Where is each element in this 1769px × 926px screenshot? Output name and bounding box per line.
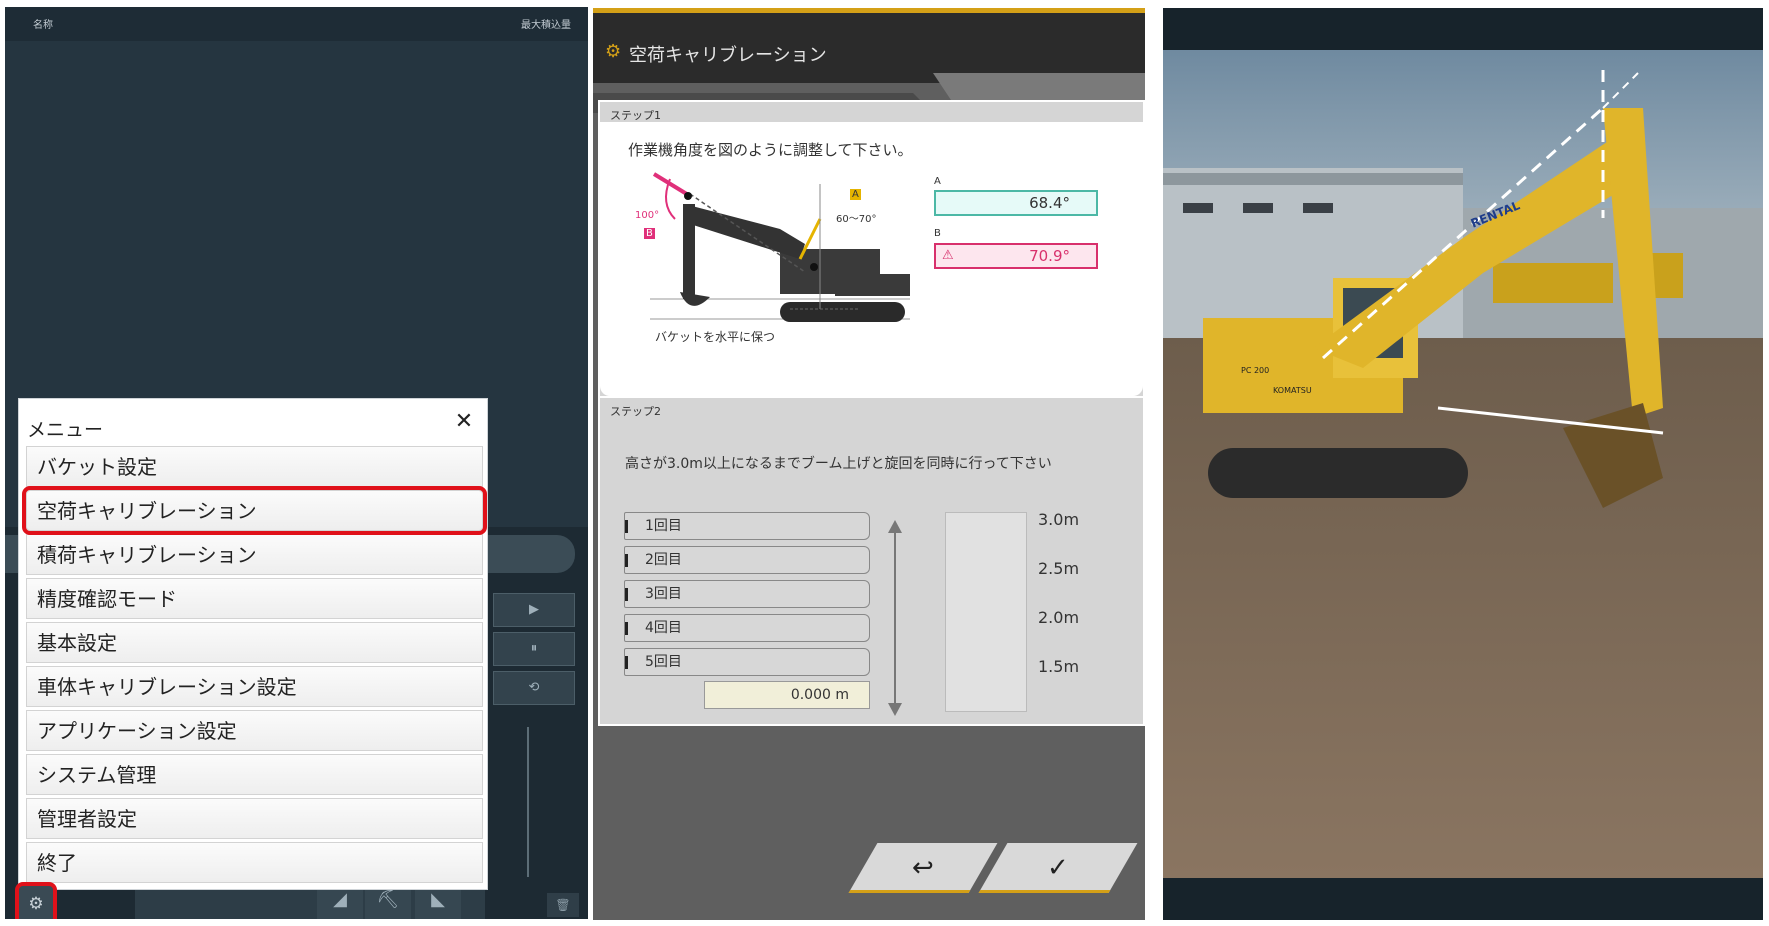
menu-list: バケット設定 空荷キャリブレーション 積荷キャリブレーション 精度確認モード 基本設定車…	[22, 446, 487, 886]
level-scale	[527, 727, 541, 877]
angle-range-a: 60～70°	[836, 214, 877, 225]
scale-2-5: 2.5m	[1038, 559, 1080, 578]
excavator-diagram	[650, 172, 910, 322]
height-gauge	[945, 512, 1027, 712]
menu-item[interactable]: システム管理	[26, 754, 483, 795]
step2-card: ステップ2 高さが3.0m以上になるまでブーム上げと旋回を同時に行って下さい 1…	[598, 396, 1145, 726]
menu-dialog: メニュー ✕ バケット設定 空荷キャリブレーション 積荷キャリブレーション 精度確認モ…	[18, 398, 488, 890]
angle-b-value: 100°	[635, 210, 660, 221]
field-a-value: 68.4°	[934, 190, 1098, 216]
field-b-label: B	[934, 228, 941, 239]
back-arrow-icon: ↩	[912, 853, 934, 883]
menu-item[interactable]: 精度確認モード	[26, 578, 483, 619]
step1-card: ステップ1 作業機角度を図のように調整して下さい。 100° B A 60～70…	[598, 100, 1145, 398]
step1-label: ステップ1	[610, 109, 661, 122]
field-a-label: A	[934, 176, 941, 187]
settings-gear-button[interactable]: ⚙	[15, 882, 57, 919]
menu-item[interactable]: 車体キャリブレーション設定	[26, 666, 483, 707]
check-icon: ✓	[1047, 853, 1069, 883]
marker-b: B	[644, 228, 655, 239]
menu-item[interactable]: 終了	[26, 842, 483, 883]
menu-item[interactable]: 空荷キャリブレーション	[22, 486, 487, 535]
menu-item[interactable]: 積荷キャリブレーション	[26, 534, 483, 575]
marker-a: A	[850, 189, 861, 200]
scale-1-5: 1.5m	[1038, 657, 1080, 676]
try-row: 1回目	[624, 512, 870, 540]
scale-2-0: 2.0m	[1038, 608, 1080, 627]
try-row: 2回目	[624, 546, 870, 574]
scale-3-0: 3.0m	[1038, 510, 1080, 529]
close-icon[interactable]: ✕	[449, 409, 479, 434]
pause-button[interactable]: ⏸	[493, 632, 575, 666]
height-value: 0.000 m	[704, 681, 870, 709]
menu-item[interactable]: アプリケーション設定	[26, 710, 483, 751]
height-arrow	[888, 520, 902, 716]
list-header: 名称 最大積込量	[5, 7, 588, 41]
try-row: 5回目	[624, 648, 870, 676]
excavator-photo: RENTAL PC 200 KOMATSU	[1163, 8, 1763, 920]
menu-item[interactable]: 基本設定	[26, 622, 483, 663]
name-column-label: 名称	[33, 20, 53, 31]
warning-icon: ⚠	[942, 248, 954, 263]
diagram-caption: バケットを水平に保つ	[655, 330, 776, 344]
menu-title: メニュー	[27, 419, 104, 441]
calibration-screen: ⚙ 空荷キャリブレーション ステップ1 作業機角度を図のように調整して下さい。	[593, 8, 1145, 920]
gear-icon: ⚙	[605, 41, 622, 62]
max-load-column-label: 最大積込量	[521, 20, 571, 31]
menu-item[interactable]: 管理者設定	[26, 798, 483, 839]
menu-screen: 名称 最大積込量 ▶ ⏸ ⟲ ◢ ⛏ ◣ 🗑 メニュー ✕ バケット設定 空荷キャ…	[5, 7, 588, 919]
play-button[interactable]: ▶	[493, 593, 575, 627]
step1-instruction: 作業機角度を図のように調整して下さい。	[628, 141, 913, 159]
model-label: PC 200	[1241, 366, 1269, 375]
field-b-value: 70.9°	[934, 243, 1098, 269]
step2-instruction: 高さが3.0m以上になるまでブーム上げと旋回を同時に行って下さい	[625, 456, 1052, 472]
menu-item[interactable]: バケット設定	[26, 446, 483, 487]
step2-label: ステップ2	[610, 405, 661, 418]
photo-illustration: RENTAL PC 200 KOMATSU	[1163, 50, 1763, 878]
try-row: 4回目	[624, 614, 870, 642]
maker-label: KOMATSU	[1273, 386, 1312, 395]
try-row: 3回目	[624, 580, 870, 608]
reset-button[interactable]: ⟲	[493, 671, 575, 705]
trash-icon[interactable]: 🗑	[547, 893, 579, 917]
